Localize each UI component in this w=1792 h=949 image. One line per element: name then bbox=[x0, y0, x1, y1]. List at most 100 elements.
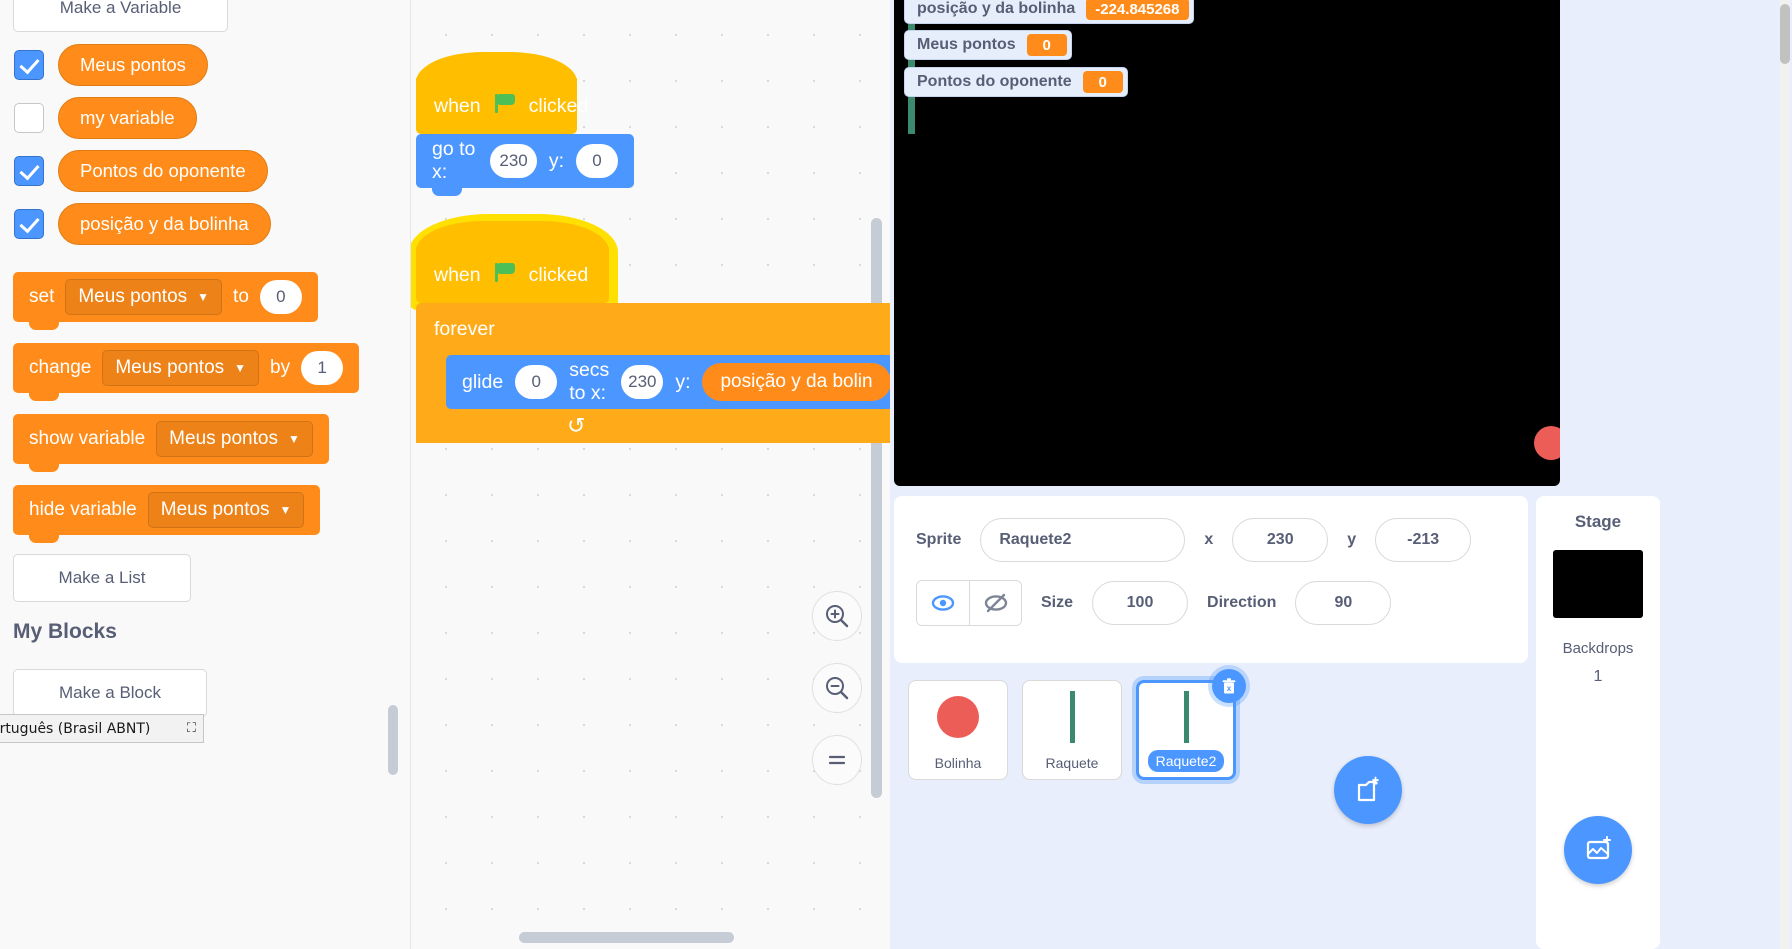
change-variable-block[interactable]: change Meus pontos ▼ by 1 bbox=[13, 343, 360, 401]
add-sprite-button[interactable] bbox=[1334, 756, 1402, 824]
set-to-label: to bbox=[233, 286, 249, 307]
palette-scrollbar-thumb[interactable] bbox=[388, 705, 398, 775]
script-forever-glide[interactable]: when clicked forever glide 0 secs to x: … bbox=[411, 214, 890, 443]
variable-block-posicao-y-da-bolinha[interactable]: posição y da bolinha bbox=[58, 203, 271, 245]
make-a-variable-button[interactable]: Make a Variable bbox=[13, 0, 228, 32]
glide-x-input[interactable]: 230 bbox=[621, 365, 664, 399]
sprite-tile-label: Raquete2 bbox=[1147, 750, 1225, 772]
show-variable-block[interactable]: show variable Meus pontos ▼ bbox=[13, 414, 329, 472]
svg-text:x: x bbox=[1227, 684, 1232, 693]
hide-sprite-button[interactable] bbox=[969, 581, 1021, 625]
page-scrollbar-thumb[interactable] bbox=[1780, 4, 1790, 64]
paddle-icon bbox=[1183, 690, 1189, 743]
paddle-icon bbox=[1069, 690, 1075, 743]
when-flag-clicked-hat-2[interactable]: when clicked bbox=[416, 221, 609, 303]
sprite-tile-raquete[interactable]: Raquete bbox=[1022, 680, 1122, 780]
change-variable-dropdown[interactable]: Meus pontos ▼ bbox=[102, 350, 260, 386]
hide-variable-dropdown[interactable]: Meus pontos ▼ bbox=[147, 492, 305, 528]
monitor-value: 0 bbox=[1026, 34, 1067, 56]
make-a-block-button[interactable]: Make a Block bbox=[13, 669, 207, 717]
monitor-pontos-do-oponente[interactable]: Pontos do oponente 0 bbox=[904, 67, 1128, 97]
when-label: when bbox=[434, 94, 481, 117]
variable-checkbox-pontos-do-oponente[interactable] bbox=[14, 156, 44, 186]
sprite-tile-label: Bolinha bbox=[934, 755, 982, 771]
glide-to-xy-block[interactable]: glide 0 secs to x: 230 y: posição y da b… bbox=[446, 355, 890, 417]
script-goto[interactable]: when clicked go to x: 230 y: 0 bbox=[416, 52, 634, 196]
delete-sprite-button[interactable]: x bbox=[1212, 669, 1246, 703]
ime-language-bar[interactable]: ortuguês (Brasil ABNT) ⛶ bbox=[0, 714, 204, 743]
change-value-input[interactable]: 1 bbox=[301, 351, 344, 385]
sprite-thumbnail bbox=[909, 681, 1007, 752]
ball-icon bbox=[937, 695, 979, 738]
sprite-size-input[interactable]: 100 bbox=[1092, 581, 1189, 625]
sprite-list: Bolinha Raquete Raquete2 x bbox=[894, 668, 1528, 949]
hide-variable-block[interactable]: hide variable Meus pontos ▼ bbox=[13, 485, 321, 543]
sprite-tile-raquete2[interactable]: Raquete2 x bbox=[1136, 669, 1246, 780]
monitor-label: Meus pontos bbox=[917, 36, 1016, 53]
monitor-label: posição y da bolinha bbox=[917, 0, 1076, 17]
variable-block-meus-pontos[interactable]: Meus pontos bbox=[58, 44, 208, 86]
stage-ball-sprite bbox=[1534, 426, 1560, 460]
stage-thumbnail bbox=[1553, 550, 1643, 618]
sprite-x-input[interactable]: 230 bbox=[1232, 518, 1329, 562]
zoom-reset-button[interactable] bbox=[812, 735, 862, 785]
goto-x-input[interactable]: 230 bbox=[490, 144, 537, 178]
go-to-xy-block[interactable]: go to x: 230 y: 0 bbox=[416, 134, 634, 196]
set-variable-block[interactable]: set Meus pontos ▼ to 0 bbox=[13, 272, 318, 330]
stage-selector-panel[interactable]: Stage Backdrops 1 bbox=[1536, 496, 1660, 949]
goto-label: go to x: bbox=[432, 138, 476, 183]
variable-checkbox-meus-pontos[interactable] bbox=[14, 50, 44, 80]
canvas-horizontal-scrollbar[interactable] bbox=[519, 932, 734, 943]
stage[interactable]: posição y da bolinha -224.845268 Meus po… bbox=[894, 0, 1560, 486]
make-a-list-button[interactable]: Make a List bbox=[13, 554, 191, 602]
zoom-controls bbox=[812, 591, 862, 807]
sprite-y-input[interactable]: -213 bbox=[1375, 518, 1472, 562]
add-backdrop-button[interactable] bbox=[1564, 816, 1632, 884]
chevron-down-icon: ▼ bbox=[234, 361, 247, 375]
change-variable-name: Meus pontos bbox=[115, 357, 225, 378]
show-variable-name: Meus pontos bbox=[169, 428, 278, 449]
variable-row-posicao-y-da-bolinha: posição y da bolinha bbox=[14, 203, 271, 245]
show-sprite-button[interactable] bbox=[917, 581, 969, 625]
page-scrollbar-track[interactable] bbox=[1780, 0, 1790, 949]
monitor-meus-pontos[interactable]: Meus pontos 0 bbox=[904, 30, 1072, 60]
glide-y-variable-reporter[interactable]: posição y da bolin bbox=[702, 363, 890, 401]
forever-body: glide 0 secs to x: 230 y: posição y da b… bbox=[416, 355, 890, 417]
variable-block-my-variable[interactable]: my variable bbox=[58, 97, 197, 139]
set-variable-name: Meus pontos bbox=[78, 286, 188, 307]
block-palette: Make a Variable Meus pontos my variable … bbox=[0, 0, 410, 949]
variable-block-pontos-do-oponente[interactable]: Pontos do oponente bbox=[58, 150, 268, 192]
set-variable-dropdown[interactable]: Meus pontos ▼ bbox=[65, 279, 223, 315]
when-flag-clicked-hat-1[interactable]: when clicked bbox=[416, 52, 588, 134]
goto-y-label: y: bbox=[548, 149, 564, 172]
ime-expand-icon[interactable]: ⛶ bbox=[187, 721, 196, 736]
scratch-editor: Make a Variable Meus pontos my variable … bbox=[0, 0, 1792, 949]
variable-row-my-variable: my variable bbox=[14, 97, 197, 139]
forever-block[interactable]: forever glide 0 secs to x: 230 y: posiçã… bbox=[416, 303, 890, 443]
sprite-direction-input[interactable]: 90 bbox=[1295, 581, 1392, 625]
show-variable-label: show variable bbox=[29, 428, 146, 449]
show-variable-dropdown[interactable]: Meus pontos ▼ bbox=[156, 421, 313, 457]
sprite-tile-bolinha[interactable]: Bolinha bbox=[908, 680, 1008, 780]
variable-checkbox-my-variable[interactable] bbox=[14, 103, 44, 133]
variable-checkbox-posicao-y-da-bolinha[interactable] bbox=[14, 209, 44, 239]
sprite-info-row-name: Sprite Raquete2 x 230 y -213 bbox=[894, 496, 1528, 562]
glide-secs-input[interactable]: 0 bbox=[515, 365, 558, 399]
y-label: y bbox=[1347, 531, 1357, 548]
monitor-label: Pontos do oponente bbox=[917, 73, 1072, 90]
my-blocks-heading: My Blocks bbox=[13, 620, 117, 643]
when-label: when bbox=[434, 263, 481, 286]
stage-panel-title: Stage bbox=[1574, 512, 1622, 531]
code-canvas[interactable]: when clicked go to x: 230 y: 0 when clic… bbox=[410, 0, 890, 949]
set-label: set bbox=[29, 286, 55, 307]
change-by-label: by bbox=[270, 357, 291, 378]
clicked-label: clicked bbox=[528, 263, 589, 286]
goto-y-input[interactable]: 0 bbox=[576, 144, 618, 178]
variable-row-meus-pontos: Meus pontos bbox=[14, 44, 208, 86]
backdrops-count: 1 bbox=[1593, 668, 1603, 685]
sprite-name-input[interactable]: Raquete2 bbox=[980, 518, 1186, 562]
zoom-out-button[interactable] bbox=[812, 663, 862, 713]
zoom-in-button[interactable] bbox=[812, 591, 862, 641]
set-value-input[interactable]: 0 bbox=[259, 280, 302, 314]
monitor-posicao-y-da-bolinha[interactable]: posição y da bolinha -224.845268 bbox=[904, 0, 1194, 24]
